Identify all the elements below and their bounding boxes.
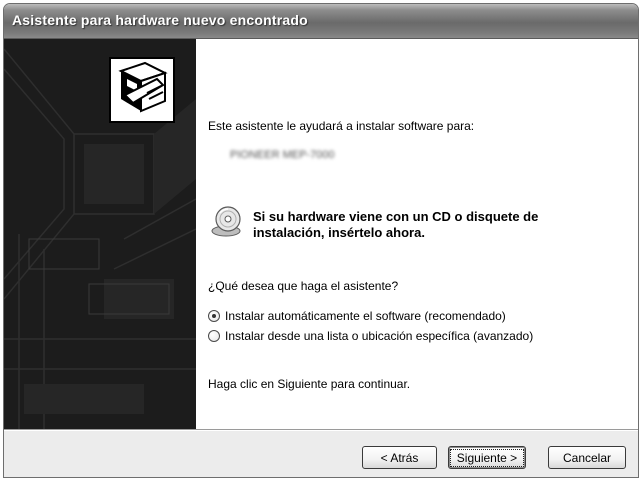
back-button[interactable]: < Atrás xyxy=(362,446,437,469)
device-name: PIONEER MEP-7000 xyxy=(230,149,335,161)
radio-automatic[interactable] xyxy=(208,310,220,322)
window-title: Asistente para hardware nuevo encontrado xyxy=(12,12,308,28)
hardware-box-icon xyxy=(109,57,175,123)
cd-disc-icon xyxy=(210,204,244,238)
option-automatic-label: Instalar automáticamente el software (re… xyxy=(225,309,506,323)
option-specific-label: Instalar desde una lista o ubicación esp… xyxy=(225,329,534,343)
button-bar: < Atrás Siguiente > Cancelar xyxy=(4,431,638,477)
title-bar[interactable]: Asistente para hardware nuevo encontrado xyxy=(4,4,638,39)
intro-text: Este asistente le ayudará a instalar sof… xyxy=(208,119,475,133)
question-text: ¿Qué desea que haga el asistente? xyxy=(208,279,399,293)
wizard-content: Este asistente le ayudará a instalar sof… xyxy=(109,39,638,429)
cancel-button-label: Cancelar xyxy=(562,450,612,465)
back-button-label: < Atrás xyxy=(380,450,419,465)
cancel-button[interactable]: Cancelar xyxy=(548,446,626,469)
wizard-window: Asistente para hardware nuevo encontrado xyxy=(3,3,639,478)
option-automatic-install[interactable]: Instalar automáticamente el software (re… xyxy=(208,309,506,323)
radio-specific-location[interactable] xyxy=(208,330,220,342)
next-button[interactable]: Siguiente > xyxy=(448,446,526,469)
option-specific-location[interactable]: Instalar desde una lista o ubicación esp… xyxy=(208,329,533,343)
cd-prompt: Si su hardware viene con un CD o disquet… xyxy=(253,209,539,240)
continue-hint: Haga clic en Siguiente para continuar. xyxy=(208,377,411,391)
next-button-label: Siguiente > xyxy=(449,448,525,467)
